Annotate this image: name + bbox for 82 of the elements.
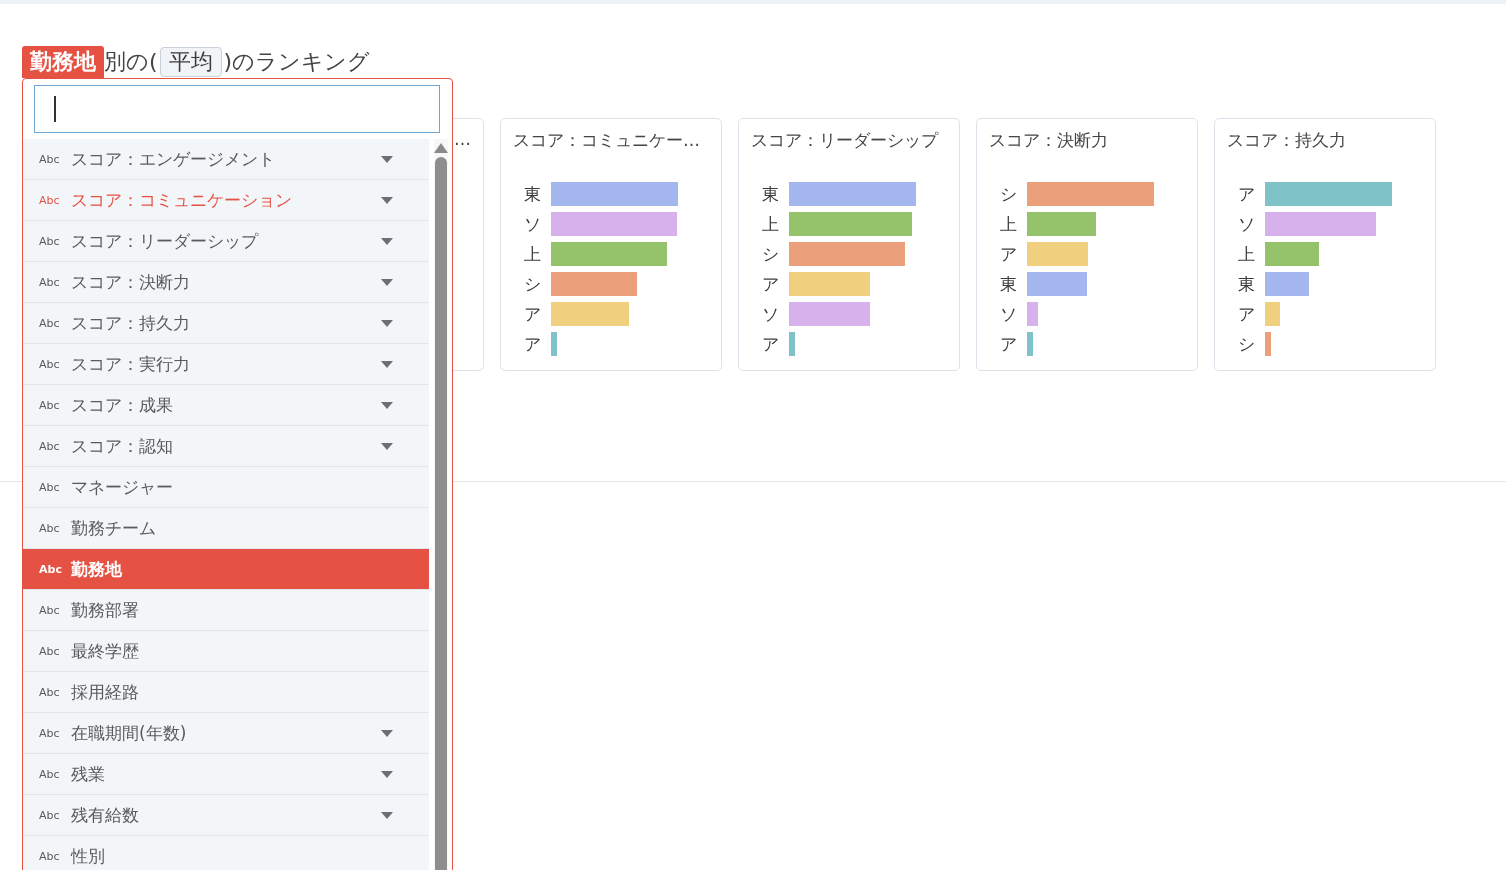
type-label: Abc [39, 480, 61, 494]
bar-label: 上 [523, 242, 542, 266]
chart-title: … [454, 129, 471, 149]
type-label: Abc [39, 316, 61, 330]
bar-label: 東 [523, 182, 542, 206]
field-option[interactable]: Abc 最終学歴 [23, 631, 429, 672]
field-option[interactable]: Abc 性別 [23, 836, 429, 870]
bar-label: 東 [999, 272, 1018, 296]
caret-icon[interactable] [381, 196, 393, 204]
field-option[interactable]: Abc スコア：認知 [23, 426, 429, 467]
chart-title: スコア：コミュニケー… [513, 129, 701, 152]
search-field[interactable] [34, 85, 440, 133]
type-label: Abc [39, 275, 61, 289]
caret-icon[interactable] [381, 319, 393, 327]
bar-label: シ [761, 242, 780, 266]
bar-label: ア [523, 302, 542, 326]
type-label: Abc [39, 234, 61, 248]
type-label: Abc [39, 398, 61, 412]
bar-label: 東 [761, 182, 780, 206]
field-selector[interactable]: 勤務地 [22, 46, 104, 78]
type-label: Abc [39, 767, 61, 781]
scrollbar[interactable] [434, 139, 448, 870]
type-label: Abc [39, 726, 61, 740]
bar-label: ア [523, 332, 542, 356]
heading-text: 別の( [104, 48, 158, 76]
field-option[interactable]: Abc スコア：リーダーシップ [23, 221, 429, 262]
type-label: Abc [39, 685, 61, 699]
bar-label: 上 [1237, 242, 1256, 266]
heading-text: )のランキング [223, 48, 371, 76]
bar-label: シ [1237, 332, 1256, 356]
caret-icon[interactable] [381, 278, 393, 286]
field-option[interactable]: Abc マネージャー [23, 467, 429, 508]
bar-label: ア [1237, 182, 1256, 206]
scroll-up-icon[interactable] [434, 143, 448, 153]
bar-label: ア [999, 332, 1018, 356]
type-label: Abc [39, 152, 61, 166]
field-option[interactable]: Abc 在職期間(年数) [23, 713, 429, 754]
caret-icon[interactable] [381, 237, 393, 245]
caret-icon[interactable] [381, 155, 393, 163]
caret-icon[interactable] [381, 401, 393, 409]
field-option[interactable]: Abc スコア：コミュニケーション [23, 180, 429, 221]
chart-title: スコア：決断力 [989, 129, 1109, 152]
bar-label: ソ [523, 212, 542, 236]
bar-label: ア [1237, 302, 1256, 326]
field-option[interactable]: Abc スコア：持久力 [23, 303, 429, 344]
bar-label: シ [523, 272, 542, 296]
bar-label: 上 [999, 212, 1018, 236]
aggregate-selector[interactable]: 平均 [159, 47, 222, 77]
type-label: Abc [39, 849, 61, 863]
bar-label: ア [761, 272, 780, 296]
bar-label: ソ [761, 302, 780, 326]
chart-title: スコア：リーダーシップ [751, 129, 940, 152]
bar-label: 東 [1237, 272, 1256, 296]
field-option[interactable]: Abc スコア：成果 [23, 385, 429, 426]
field-option[interactable]: Abc 採用経路 [23, 672, 429, 713]
type-label: Abc [39, 808, 61, 822]
caret-icon[interactable] [381, 729, 393, 737]
bar-label: 上 [761, 212, 780, 236]
type-label: Abc [39, 562, 63, 576]
type-label: Abc [39, 644, 61, 658]
caret-icon[interactable] [381, 442, 393, 450]
caret-icon[interactable] [381, 811, 393, 819]
chart-title: スコア：持久力 [1227, 129, 1347, 152]
type-label: Abc [39, 603, 61, 617]
field-option[interactable]: Abc 勤務部署 [23, 590, 429, 631]
type-label: Abc [39, 357, 61, 371]
bar-label: ア [761, 332, 780, 356]
bar-label: ア [999, 242, 1018, 266]
type-label: Abc [39, 439, 61, 453]
field-option[interactable]: Abc 勤務地 [23, 549, 429, 590]
bar-label: ソ [1237, 212, 1256, 236]
type-label: Abc [39, 193, 61, 207]
field-option[interactable]: Abc 残有給数 [23, 795, 429, 836]
bar-label: ソ [999, 302, 1018, 326]
field-option[interactable]: Abc スコア：エンゲージメント [23, 139, 429, 180]
field-option[interactable]: Abc スコア：実行力 [23, 344, 429, 385]
field-option[interactable]: Abc 残業 [23, 754, 429, 795]
field-option[interactable]: Abc スコア：決断力 [23, 262, 429, 303]
bar-label: シ [999, 182, 1018, 206]
caret-icon[interactable] [381, 360, 393, 368]
type-label: Abc [39, 521, 61, 535]
caret-icon[interactable] [381, 770, 393, 778]
